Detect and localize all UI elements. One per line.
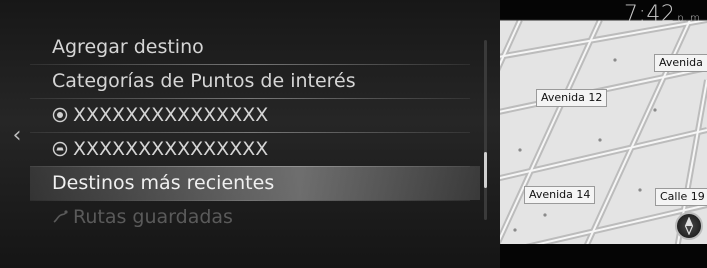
clock-time: 7:42 (623, 2, 676, 27)
chevron-left-icon: ‹ (12, 123, 22, 148)
menu-scrollbar-thumb[interactable] (484, 152, 487, 188)
street-label: Avenida 12 (536, 89, 608, 107)
clock: 7:42 p. m. (624, 2, 703, 32)
clock-period: p. m. (677, 13, 703, 24)
menu-item-label: Categorías de Puntos de interés (52, 70, 356, 92)
poi-category-icon (52, 141, 68, 157)
menu-item-label: XXXXXXXXXXXXXXX (73, 138, 269, 160)
menu-scrollbar[interactable] (484, 40, 487, 220)
menu-item-poi-categories[interactable]: Categorías de Puntos de interés (30, 64, 480, 98)
menu-item-poi-shortcut-1[interactable]: XXXXXXXXXXXXXXX (30, 98, 480, 132)
compass-icon (684, 217, 694, 235)
poi-category-icon (52, 107, 68, 123)
menu-item-recent-destinations[interactable]: Destinos más recientes (30, 166, 480, 200)
street-label: Avenida 14 (524, 186, 596, 204)
menu-item-label: Rutas guardadas (73, 206, 233, 228)
menu-item-label: Agregar destino (52, 36, 204, 58)
street-label: Avenida (654, 54, 707, 72)
menu-item-label: Destinos más recientes (52, 172, 275, 194)
menu-item-add-destination[interactable]: Agregar destino (30, 30, 480, 64)
saved-routes-icon (52, 209, 68, 225)
compass-button[interactable] (675, 212, 703, 240)
back-button[interactable]: ‹ (6, 124, 28, 148)
destination-menu: Agregar destino Categorías de Puntos de … (30, 30, 480, 234)
menu-item-label: XXXXXXXXXXXXXXX (73, 104, 269, 126)
menu-item-saved-routes[interactable]: Rutas guardadas (30, 200, 480, 234)
menu-item-poi-shortcut-2[interactable]: XXXXXXXXXXXXXXX (30, 132, 480, 166)
navigation-screen: 7:42 p. m. ‹ Agregar destino Categorías d… (0, 0, 707, 268)
street-label: Calle 19 (655, 188, 707, 206)
